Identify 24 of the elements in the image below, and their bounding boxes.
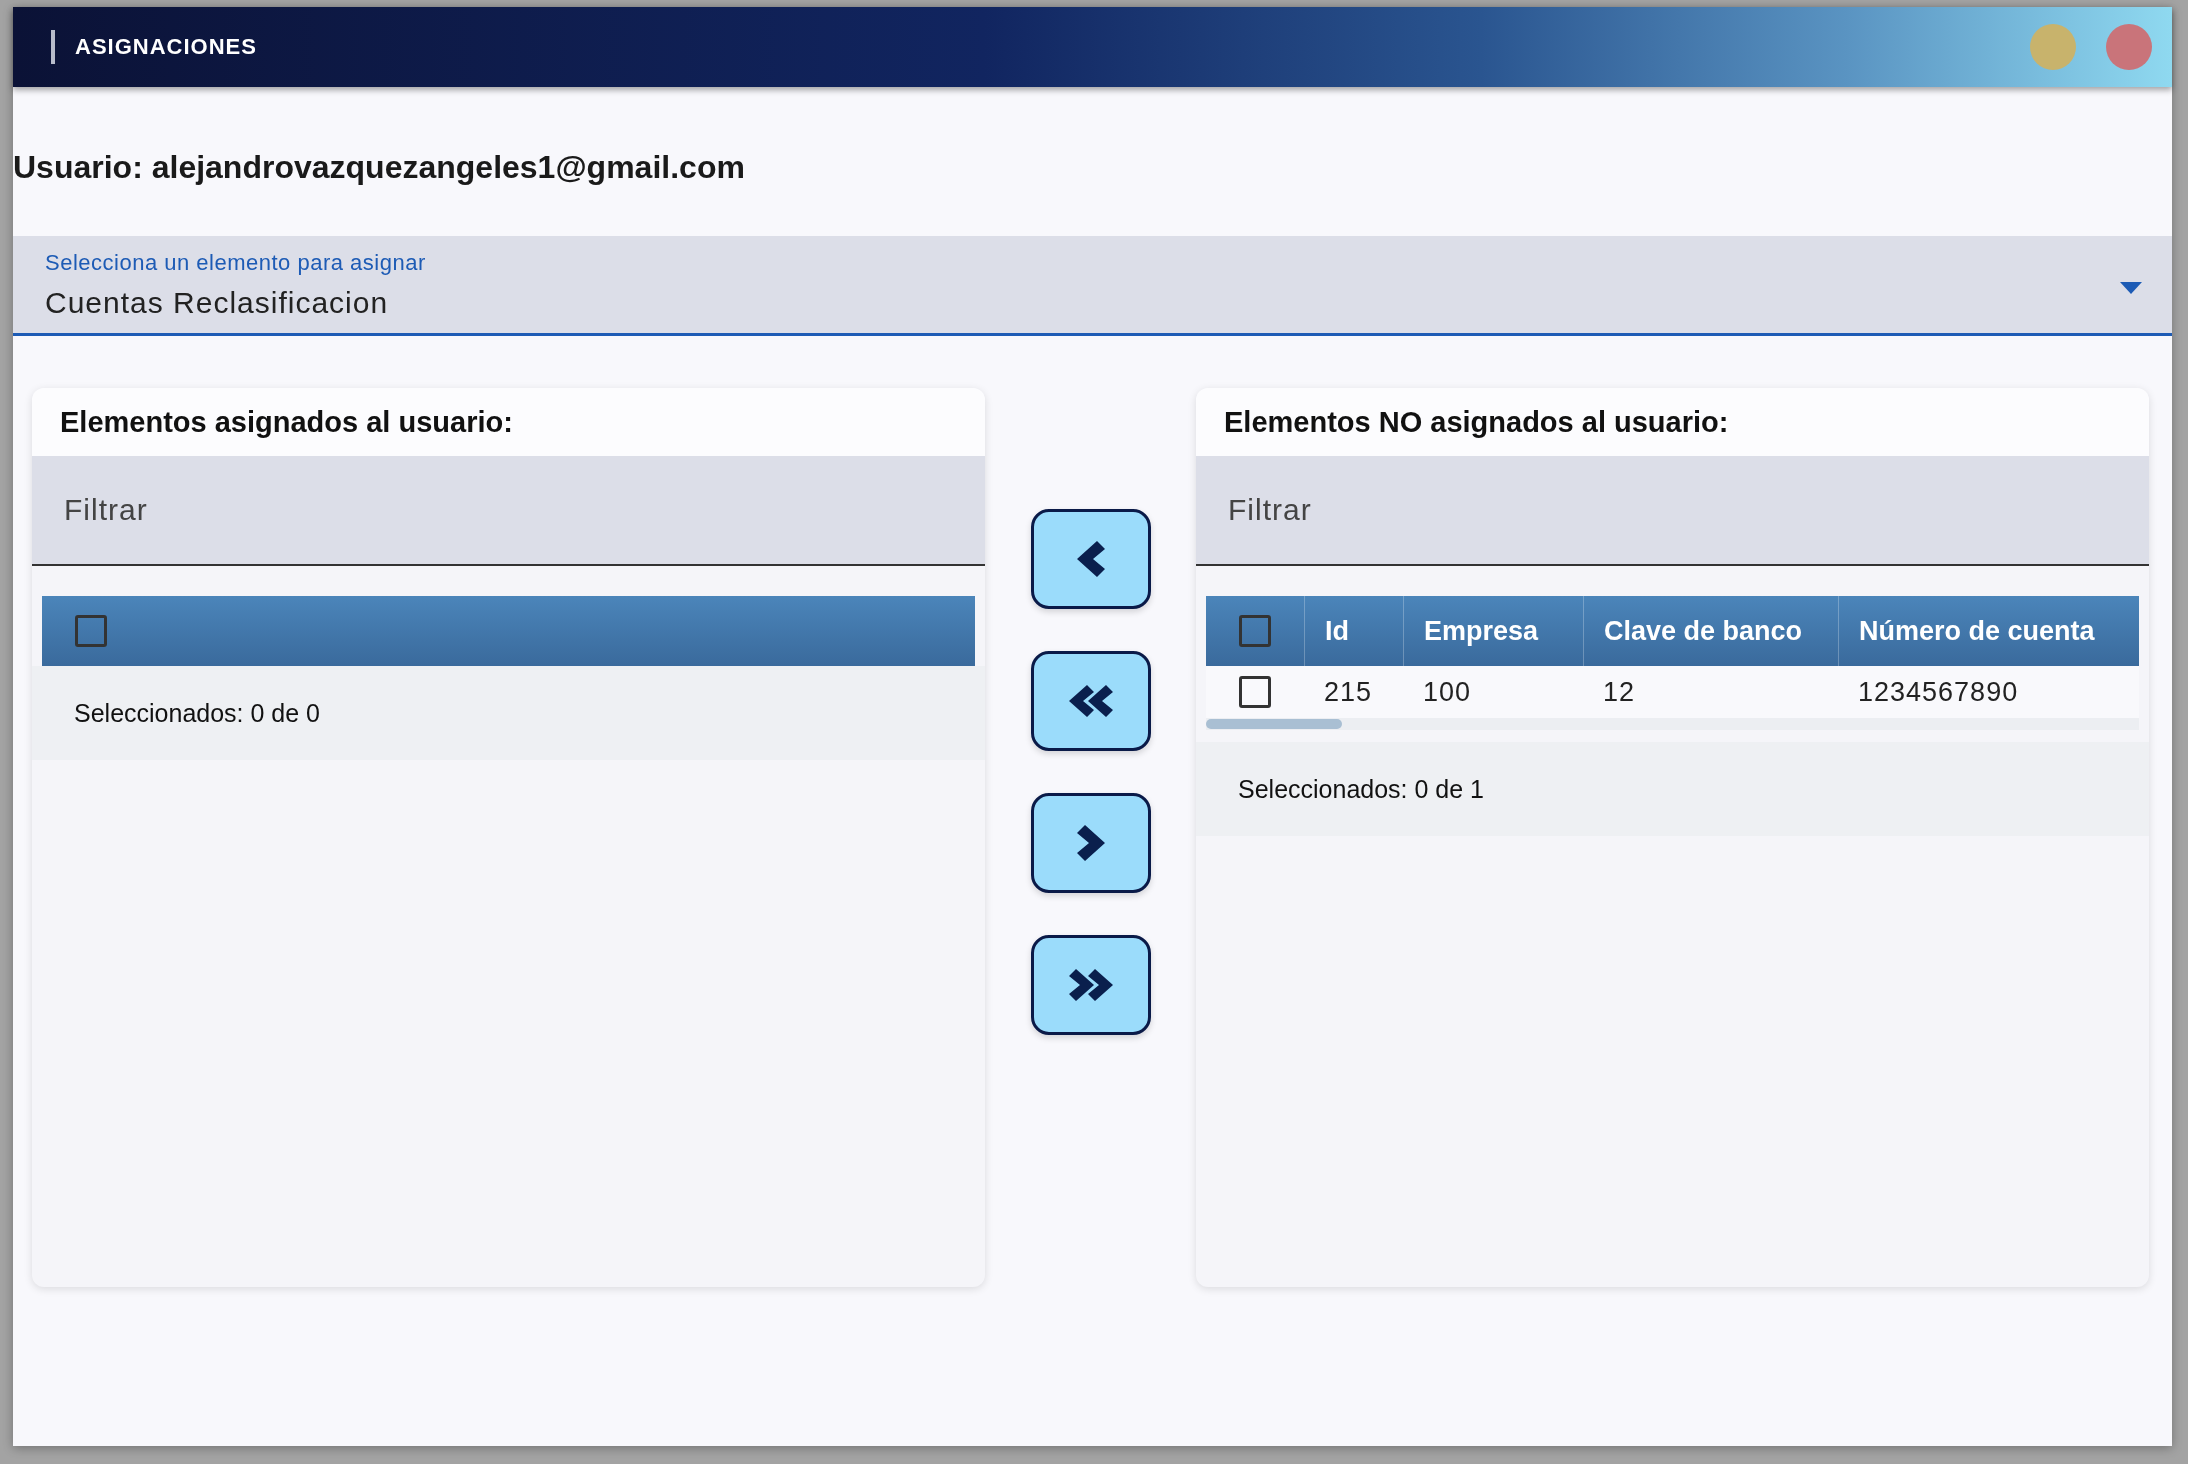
filter-field[interactable]: Filtrar (32, 456, 985, 566)
row-checkbox[interactable] (1239, 676, 1271, 708)
panel-title: Elementos asignados al usuario: (32, 388, 985, 456)
table-cell-text: 100 (1422, 675, 1473, 709)
table-cell-text: 215 (1323, 675, 1374, 709)
panel-title: Elementos NO asignados al usuario: (1196, 388, 2149, 456)
dialog-title: ASIGNACIONES (75, 34, 258, 60)
selection-count: Seleccionados: 0 de 1 (1196, 742, 2149, 836)
user-label: Usuario: alejandrovazquezangeles1@gmail.com (13, 149, 746, 186)
move-button[interactable] (1030, 793, 1151, 893)
selection-count: Seleccionados: 0 de 0 (32, 666, 985, 760)
field-value: Cuentas Reclasificacion (45, 286, 389, 320)
table-cell-text: 1234567890 (1857, 675, 2020, 709)
move-button[interactable] (1030, 935, 1151, 1035)
scrollbar-thumb[interactable] (1206, 719, 1342, 729)
dropdown-arrow-icon (2120, 282, 2142, 294)
select-all-checkbox[interactable] (75, 615, 107, 647)
select-field[interactable]: Selecciona un elemento para asignar Cuentas Reclasificacion (13, 236, 2172, 336)
field-label: Selecciona un elemento para asignar (45, 250, 427, 276)
move-button[interactable] (1030, 651, 1151, 751)
select-all-checkbox[interactable] (1239, 615, 1271, 647)
filter-field[interactable]: Filtrar (1196, 456, 2149, 566)
move-button[interactable] (1030, 509, 1151, 609)
table-cell-text: 12 (1602, 675, 1637, 709)
